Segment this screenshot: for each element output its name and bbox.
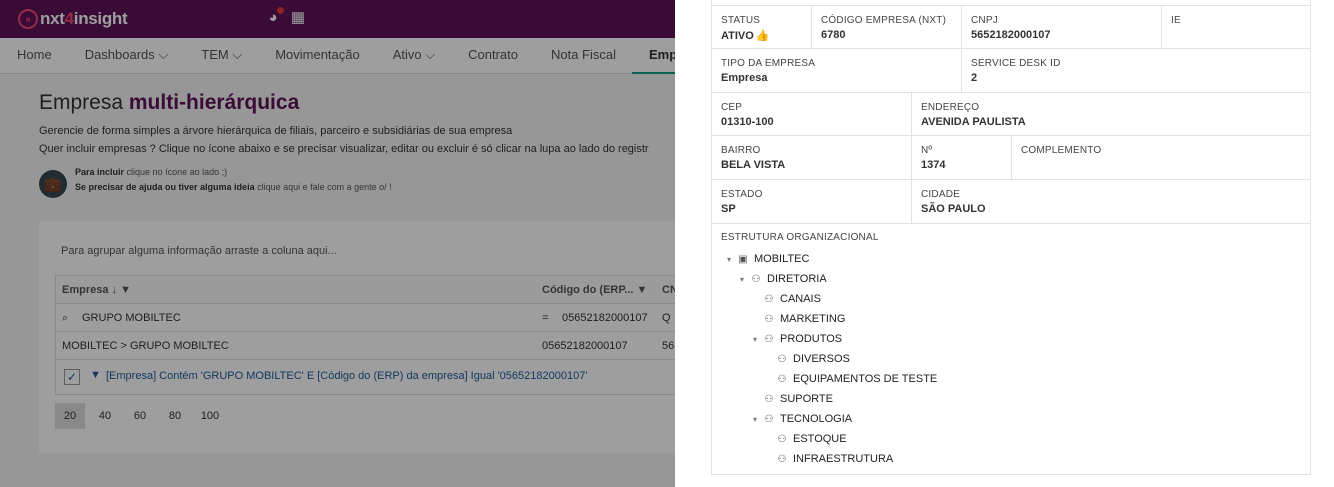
- estado-label: ESTADO: [721, 189, 763, 200]
- org-chart-icon: ⚇: [751, 273, 761, 285]
- building-icon: ▣: [738, 253, 748, 265]
- ie-label: IE: [1171, 15, 1181, 26]
- tree-node-label: EQUIPAMENTOS DE TESTE: [793, 373, 938, 385]
- endereco-value: AVENIDA PAULISTA: [921, 116, 1026, 128]
- numero-value: 1374: [921, 159, 946, 171]
- detail-row-bairro: BAIRRO BELA VISTA Nº 1374 COMPLEMENTO: [712, 136, 1310, 180]
- tree-node[interactable]: ▾ ⚇ PRODUTOS: [749, 331, 842, 347]
- cidade-value: SÃO PAULO: [921, 203, 986, 215]
- tree-node[interactable]: ⚇ EQUIPAMENTOS DE TESTE: [762, 371, 938, 387]
- background-app: » nxt 4 insight ◕ ▦ Home Dashboards ⌵ TEM …: [0, 0, 675, 487]
- tipo-label: TIPO DA EMPRESA: [721, 58, 816, 69]
- tree-node-label: MARKETING: [780, 313, 846, 325]
- field-complemento: COMPLEMENTO: [1012, 136, 1310, 179]
- field-numero: Nº 1374: [912, 136, 1012, 179]
- tree-node-label: SUPORTE: [780, 393, 833, 405]
- tree-node-label: INFRAESTRUTURA: [793, 453, 894, 465]
- service-desk-label: SERVICE DESK ID: [971, 58, 1061, 69]
- company-detail-panel: STATUS ATIVO 👍 CÓDIGO EMPRESA (NXT) 6780 …: [711, 0, 1311, 475]
- tree-node-label: TECNOLOGIA: [780, 413, 853, 425]
- field-cep: CEP 01310-100: [712, 93, 912, 135]
- cnpj-value: 5652182000107: [971, 29, 1051, 41]
- cidade-label: CIDADE: [921, 189, 960, 200]
- field-tipo: TIPO DA EMPRESA Empresa: [712, 49, 962, 92]
- org-chart-icon: ⚇: [777, 353, 787, 365]
- status-value: ATIVO 👍: [721, 29, 811, 42]
- thumbs-up-icon: 👍: [755, 30, 770, 42]
- caret-down-icon[interactable]: ▾: [723, 255, 735, 264]
- cep-label: CEP: [721, 102, 743, 113]
- org-chart-icon: ⚇: [764, 313, 774, 325]
- caret-down-icon[interactable]: ▾: [749, 415, 761, 424]
- tree-node-label: CANAIS: [780, 293, 821, 305]
- tree-node[interactable]: ▾ ▣ MOBILTEC: [723, 251, 809, 267]
- tree-node-label: MOBILTEC: [754, 253, 810, 265]
- field-bairro: BAIRRO BELA VISTA: [712, 136, 912, 179]
- tree-node-label: DIRETORIA: [767, 273, 827, 285]
- detail-row-cep: CEP 01310-100 ENDEREÇO AVENIDA PAULISTA: [712, 93, 1310, 136]
- org-chart-icon: ⚇: [764, 393, 774, 405]
- tree-node[interactable]: ▾ ⚇ DIRETORIA: [736, 271, 827, 287]
- tree-node-label: ESTOQUE: [793, 433, 847, 445]
- bairro-value: BELA VISTA: [721, 159, 786, 171]
- org-structure-title: ESTRUTURA ORGANIZACIONAL: [721, 232, 879, 243]
- caret-down-icon[interactable]: ▾: [736, 275, 748, 284]
- tipo-value: Empresa: [721, 72, 768, 84]
- cep-value: 01310-100: [721, 116, 774, 128]
- service-desk-value: 2: [971, 72, 978, 84]
- field-endereco: ENDEREÇO AVENIDA PAULISTA: [912, 93, 1310, 135]
- bairro-label: BAIRRO: [721, 145, 761, 156]
- field-service-desk: SERVICE DESK ID 2: [962, 49, 1310, 92]
- org-chart-icon: ⚇: [777, 433, 787, 445]
- field-ie: IE: [1162, 6, 1310, 48]
- org-chart-icon: ⚇: [764, 413, 774, 425]
- tree-node[interactable]: ⚇ MARKETING: [749, 311, 846, 327]
- complemento-label: COMPLEMENTO: [1021, 145, 1102, 156]
- tree-node[interactable]: ⚇ DIVERSOS: [762, 351, 850, 367]
- endereco-label: ENDEREÇO: [921, 102, 980, 113]
- detail-row-estado: ESTADO SP CIDADE SÃO PAULO: [712, 180, 1310, 224]
- field-cidade: CIDADE SÃO PAULO: [912, 180, 1310, 223]
- org-chart-icon: ⚇: [777, 453, 787, 465]
- cnpj-label: CNPJ: [971, 15, 998, 26]
- org-chart-icon: ⚇: [777, 373, 787, 385]
- field-codigo: CÓDIGO EMPRESA (NXT) 6780: [812, 6, 962, 48]
- codigo-label: CÓDIGO EMPRESA (NXT): [821, 15, 947, 26]
- status-label: STATUS: [721, 15, 761, 26]
- detail-row-tipo: TIPO DA EMPRESA Empresa SERVICE DESK ID …: [712, 49, 1310, 93]
- detail-row-status: STATUS ATIVO 👍 CÓDIGO EMPRESA (NXT) 6780 …: [712, 6, 1310, 49]
- tree-node[interactable]: ⚇ INFRAESTRUTURA: [762, 451, 894, 467]
- codigo-value: 6780: [821, 29, 846, 41]
- tree-node-label: DIVERSOS: [793, 353, 850, 365]
- field-top-a: [712, 0, 862, 5]
- caret-down-icon[interactable]: ▾: [749, 335, 761, 344]
- status-value-text: ATIVO: [721, 30, 754, 42]
- tree-node[interactable]: ⚇ ESTOQUE: [762, 431, 847, 447]
- tree-node[interactable]: ⚇ SUPORTE: [749, 391, 833, 407]
- field-estado: ESTADO SP: [712, 180, 912, 223]
- org-chart-icon: ⚇: [764, 333, 774, 345]
- field-cnpj: CNPJ 5652182000107: [962, 6, 1162, 48]
- tree-node[interactable]: ⚇ CANAIS: [749, 291, 821, 307]
- field-status: STATUS ATIVO 👍: [712, 6, 812, 48]
- estado-value: SP: [721, 203, 736, 215]
- modal-backdrop[interactable]: [0, 0, 675, 487]
- org-chart-icon: ⚇: [764, 293, 774, 305]
- tree-node-label: PRODUTOS: [780, 333, 843, 345]
- tree-node[interactable]: ▾ ⚇ TECNOLOGIA: [749, 411, 852, 427]
- numero-label: Nº: [921, 145, 933, 156]
